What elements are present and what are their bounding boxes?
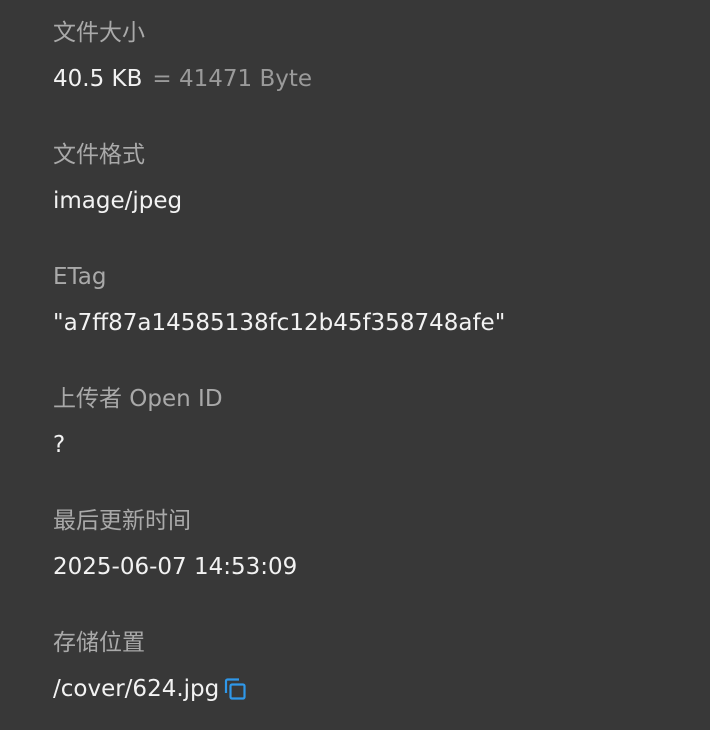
last-updated-value: 2025-06-07 14:53:09 [53,554,298,580]
uploader-open-id-value: ? [53,432,66,458]
file-size-value-row: 40.5 KB = 41471 Byte [53,65,312,93]
last-updated-label: 最后更新时间 [53,508,191,534]
storage-location-label: 存储位置 [53,630,145,656]
file-format-label: 文件格式 [53,142,145,168]
file-size-value: 40.5 KB [53,66,143,92]
uploader-open-id-label: 上传者 Open ID [53,386,223,412]
etag-field: ETag "a7ff87a14585138fc12b45f358748afe" [53,263,505,337]
storage-location-field: 存储位置 /cover/624.jpg [53,629,248,703]
file-format-field: 文件格式 image/jpeg [53,141,182,215]
etag-value-row: "a7ff87a14585138fc12b45f358748afe" [53,309,505,337]
uploader-open-id-value-row: ? [53,431,223,459]
file-format-value: image/jpeg [53,188,183,214]
storage-location-value: /cover/624.jpg [53,676,220,702]
storage-location-value-row: /cover/624.jpg [53,675,248,703]
file-format-value-row: image/jpeg [53,187,182,215]
file-size-field: 文件大小 40.5 KB = 41471 Byte [53,19,312,93]
etag-label: ETag [53,264,107,290]
file-details-panel: 文件大小 40.5 KB = 41471 Byte 文件格式 image/jpe… [0,0,710,730]
etag-value: "a7ff87a14585138fc12b45f358748afe" [53,310,506,336]
file-size-label: 文件大小 [53,20,145,46]
copy-icon[interactable] [222,676,248,702]
uploader-open-id-field: 上传者 Open ID ? [53,385,223,459]
last-updated-value-row: 2025-06-07 14:53:09 [53,553,297,581]
last-updated-field: 最后更新时间 2025-06-07 14:53:09 [53,507,297,581]
file-size-bytes: = 41471 Byte [152,66,313,92]
